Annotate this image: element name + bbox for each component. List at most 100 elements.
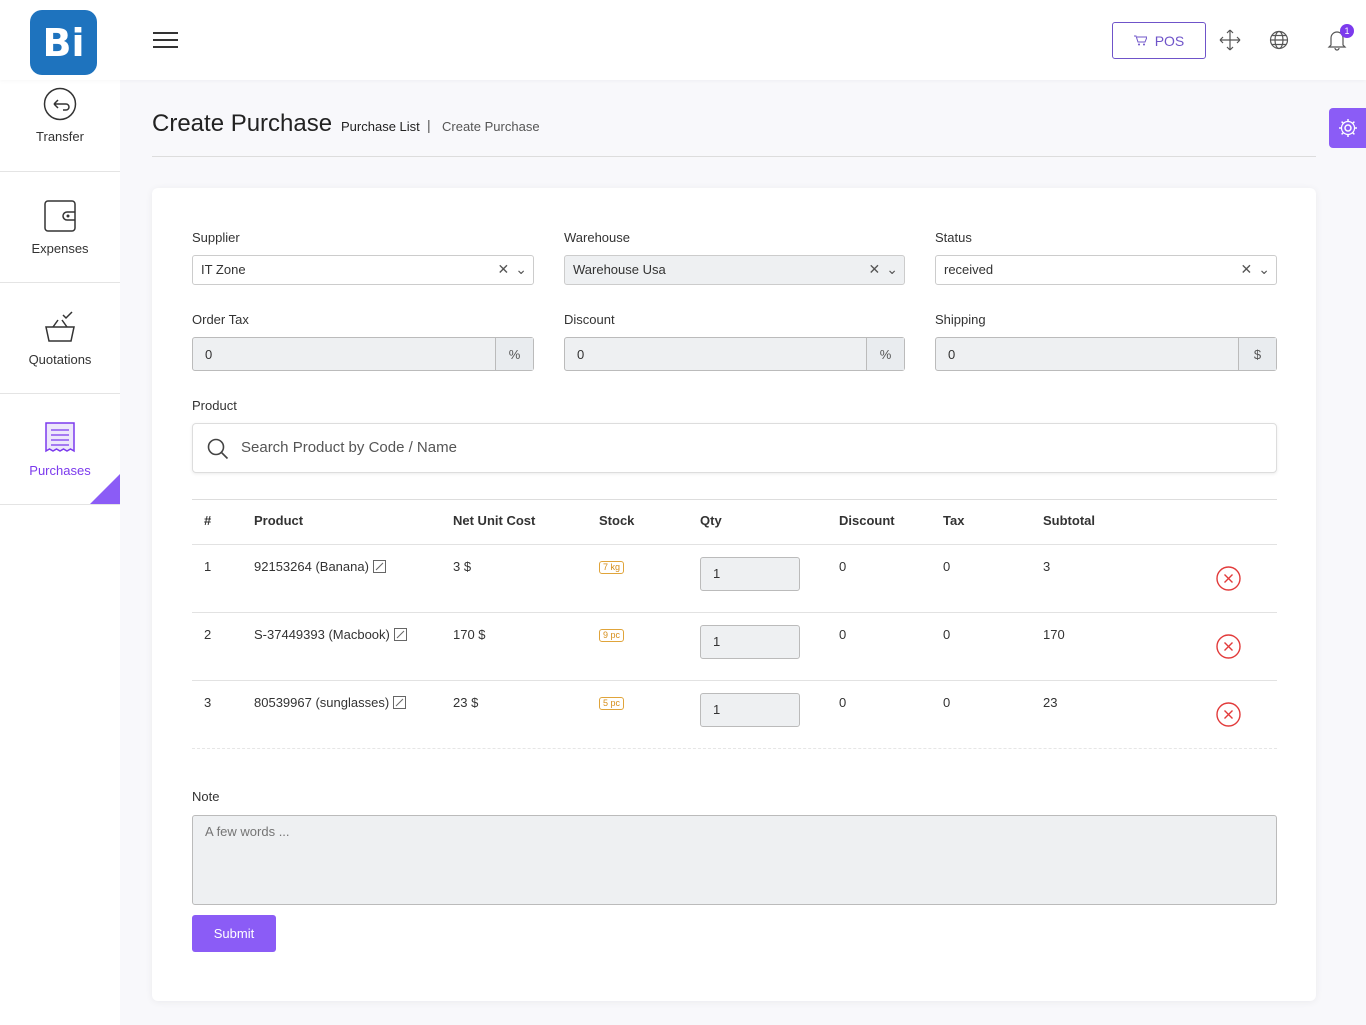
logo-text: Bi xyxy=(42,20,85,65)
shipping-input[interactable]: 0 $ xyxy=(935,337,1277,371)
shipping-label: Shipping xyxy=(935,312,986,327)
product-name: S-37449393 (Macbook) xyxy=(254,627,390,642)
remove-row-icon[interactable] xyxy=(1216,702,1241,727)
row-tax: 0 xyxy=(943,695,951,710)
chevron-down-icon[interactable]: ⌄ xyxy=(515,261,527,278)
pos-label: POS xyxy=(1154,32,1185,49)
supplier-value: IT Zone xyxy=(201,262,246,277)
breadcrumb-create-purchase: Create Purchase xyxy=(442,119,540,134)
supplier-label: Supplier xyxy=(192,230,240,245)
qty-value: 1 xyxy=(713,702,721,717)
row-number: 2 xyxy=(204,627,212,642)
clear-icon[interactable]: ✕ xyxy=(1241,261,1253,278)
row-number: 1 xyxy=(204,559,212,574)
row-cost: 3 $ xyxy=(453,559,472,574)
warehouse-select[interactable]: Warehouse Usa ✕ ⌄ xyxy=(564,255,905,285)
product-name: 80539967 (sunglasses) xyxy=(254,695,390,710)
menu-toggle-icon[interactable] xyxy=(153,32,178,49)
note-label: Note xyxy=(192,789,220,804)
product-label: Product xyxy=(192,398,237,413)
sidebar-item-expenses[interactable]: Expenses xyxy=(0,172,120,283)
edit-icon[interactable] xyxy=(393,628,407,641)
search-placeholder: Search Product by Code / Name xyxy=(241,439,457,456)
product-search-input[interactable]: Search Product by Code / Name xyxy=(192,423,1277,473)
transfer-icon xyxy=(43,87,77,121)
title-divider xyxy=(152,156,1316,157)
chevron-down-icon[interactable]: ⌄ xyxy=(886,261,898,278)
table-row: 1 92153264 (Banana) 3 $ 7 kg 1 0 0 3 xyxy=(192,545,1277,613)
order-tax-label: Order Tax xyxy=(192,312,249,327)
row-cost: 170 $ xyxy=(453,627,486,642)
search-icon xyxy=(207,438,229,460)
col-header-net-unit-cost: Net Unit Cost xyxy=(453,513,536,528)
sidebar-item-label: Purchases xyxy=(29,462,91,478)
stock-badge: 9 pc xyxy=(599,629,625,642)
order-tax-unit: % xyxy=(495,338,533,370)
breadcrumb-separator: | xyxy=(427,117,431,133)
active-corner-marker xyxy=(90,474,120,504)
chevron-down-icon[interactable]: ⌄ xyxy=(1258,261,1270,278)
order-tax-input[interactable]: 0 % xyxy=(192,337,534,371)
sidebar-item-quotations[interactable]: Quotations xyxy=(0,283,120,394)
gear-icon xyxy=(1338,119,1357,137)
row-subtotal: 23 xyxy=(1043,695,1058,710)
shipping-value: 0 xyxy=(948,347,956,362)
col-header-tax: Tax xyxy=(943,513,965,528)
row-tax: 0 xyxy=(943,627,951,642)
row-discount: 0 xyxy=(839,559,847,574)
qty-value: 1 xyxy=(713,634,721,649)
row-tax: 0 xyxy=(943,559,951,574)
clear-icon[interactable]: ✕ xyxy=(498,261,510,278)
col-header-discount: Discount xyxy=(839,513,895,528)
sidebar-item-label: Transfer xyxy=(36,129,84,144)
sidebar-item-purchases[interactable]: Purchases xyxy=(0,394,120,505)
fullscreen-icon[interactable] xyxy=(1218,28,1242,52)
row-number: 3 xyxy=(204,695,212,710)
purchase-form-card: Supplier IT Zone ✕ ⌄ Warehouse Warehouse … xyxy=(152,188,1316,1001)
qty-value: 1 xyxy=(713,566,721,581)
top-header: Bi POS 1 xyxy=(0,0,1366,80)
row-product: 92153264 (Banana) xyxy=(254,559,386,574)
supplier-select[interactable]: IT Zone ✕ ⌄ xyxy=(192,255,534,285)
row-product: 80539967 (sunglasses) xyxy=(254,695,407,710)
basket-icon xyxy=(43,310,77,344)
sidebar: Transfer Expenses Quotations Purchases xyxy=(0,80,120,1025)
discount-input[interactable]: 0 % xyxy=(564,337,905,371)
stock-badge: 5 pc xyxy=(599,697,625,710)
qty-input[interactable]: 1 xyxy=(700,625,800,659)
globe-icon[interactable] xyxy=(1267,28,1291,52)
edit-icon[interactable] xyxy=(393,696,407,709)
sidebar-item-label: Quotations xyxy=(28,351,92,367)
submit-button[interactable]: Submit xyxy=(192,915,276,952)
row-discount: 0 xyxy=(839,695,847,710)
receipt-icon xyxy=(43,421,77,455)
row-subtotal: 170 xyxy=(1043,627,1065,642)
order-tax-value: 0 xyxy=(205,347,213,362)
row-cost: 23 $ xyxy=(453,695,479,710)
warehouse-label: Warehouse xyxy=(564,230,630,245)
shipping-unit: $ xyxy=(1238,338,1276,370)
breadcrumb-purchase-list[interactable]: Purchase List xyxy=(341,119,420,134)
page-title: Create Purchase xyxy=(152,110,333,137)
status-select[interactable]: received ✕ ⌄ xyxy=(935,255,1277,285)
edit-icon[interactable] xyxy=(372,560,386,573)
note-textarea[interactable] xyxy=(192,815,1277,905)
table-row: 3 80539967 (sunglasses) 23 $ 5 pc 1 0 0 … xyxy=(192,681,1277,749)
settings-gear-button[interactable] xyxy=(1329,108,1366,148)
sidebar-item-label: Expenses xyxy=(31,240,89,256)
pos-button[interactable]: POS xyxy=(1112,22,1206,59)
qty-input[interactable]: 1 xyxy=(700,693,800,727)
col-header-subtotal: Subtotal xyxy=(1043,513,1095,528)
remove-row-icon[interactable] xyxy=(1216,566,1241,591)
cart-icon xyxy=(1133,35,1147,46)
col-header-qty: Qty xyxy=(700,513,722,528)
notification-badge: 1 xyxy=(1340,24,1354,38)
wallet-icon xyxy=(43,199,77,233)
status-label: Status xyxy=(935,230,972,245)
remove-row-icon[interactable] xyxy=(1216,634,1241,659)
qty-input[interactable]: 1 xyxy=(700,557,800,591)
product-name: 92153264 (Banana) xyxy=(254,559,369,574)
stock-badge: 7 kg xyxy=(599,561,625,574)
app-logo[interactable]: Bi xyxy=(30,10,97,75)
clear-icon[interactable]: ✕ xyxy=(869,261,881,278)
